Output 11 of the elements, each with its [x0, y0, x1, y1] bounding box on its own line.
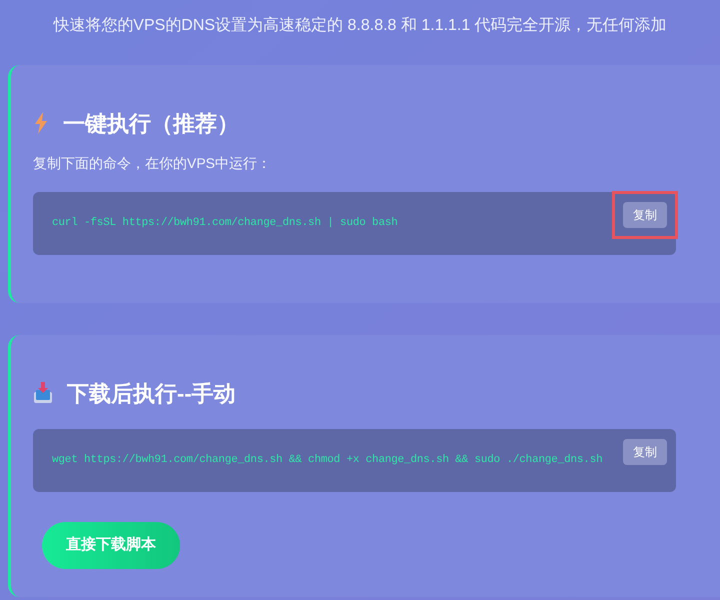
download-tray-icon — [33, 382, 53, 404]
lightning-icon — [33, 112, 49, 134]
section-title: 一键执行（推荐） — [63, 110, 239, 138]
command-text: wget https://bwh91.com/change_dns.sh && chmod +x change_dns.sh && sudo ./change_dns.sh — [52, 453, 602, 468]
copy-button[interactable]: 复制 — [623, 202, 667, 228]
subtitle: 快速将您的VPS的DNS设置为高速稳定的 8.8.8.8 和 1.1.1.1 代码完全开源，无任何添加 — [53, 16, 667, 36]
download-script-button[interactable]: 直接下载脚本 — [42, 522, 180, 569]
section-title: 下载后执行--手动 — [67, 380, 236, 408]
section-description: 复制下面的命令，在你的VPS中运行： — [33, 154, 272, 173]
copy-button[interactable]: 复制 — [623, 439, 667, 465]
command-text: curl -fsSL https://bwh91.com/change_dns.sh | sudo bash — [52, 216, 398, 232]
